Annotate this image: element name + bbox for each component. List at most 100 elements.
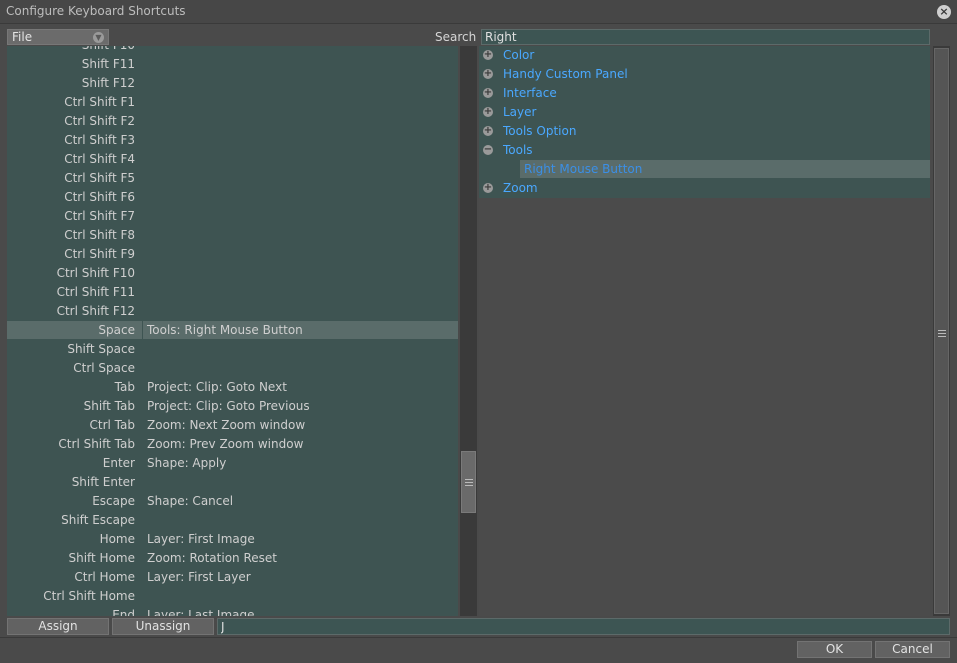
tree-node[interactable]: + Color xyxy=(479,46,930,65)
shortcut-row[interactable]: Ctrl Tab Zoom: Next Zoom window xyxy=(7,416,458,435)
shortcut-action: Shape: Cancel xyxy=(147,494,234,508)
shortcut-row[interactable]: Ctrl Shift Home xyxy=(7,587,458,606)
shortcut-action: Zoom: Prev Zoom window xyxy=(147,437,304,451)
shortcut-row[interactable]: Ctrl Space xyxy=(7,359,458,378)
tree-node-label[interactable]: Interface xyxy=(503,86,557,100)
command-tree-scrollbar[interactable] xyxy=(933,46,950,616)
shortcut-key: Shift Enter xyxy=(71,475,135,489)
tree-child-label[interactable]: Right Mouse Button xyxy=(524,162,642,176)
shortcut-key: Ctrl Shift F3 xyxy=(64,133,135,147)
shortcut-list[interactable]: Shift F10 Shift F11 Shift F12 Ctrl Shift F1… xyxy=(7,46,458,616)
shortcut-key: Ctrl Tab xyxy=(89,418,135,432)
shortcut-key: Shift Escape xyxy=(61,513,135,527)
shortcut-action: Layer: First Layer xyxy=(147,570,251,584)
shortcut-row[interactable]: Shift F10 xyxy=(7,46,458,55)
shortcut-row[interactable]: Shift Space xyxy=(7,340,458,359)
shortcut-action: Layer: Last Image xyxy=(147,608,255,616)
title-bar: Configure Keyboard Shortcuts × xyxy=(0,0,957,24)
shortcut-row[interactable]: Ctrl Shift F7 xyxy=(7,207,458,226)
shortcut-row[interactable]: Shift Home Zoom: Rotation Reset xyxy=(7,549,458,568)
shortcut-key: Escape xyxy=(92,494,135,508)
shortcut-row[interactable]: Ctrl Shift F1 xyxy=(7,93,458,112)
shortcut-row[interactable]: Shift F11 xyxy=(7,55,458,74)
tree-node[interactable]: + Handy Custom Panel xyxy=(479,65,930,84)
tree-node-label[interactable]: Zoom xyxy=(503,181,538,195)
shortcut-row[interactable]: Ctrl Shift F11 xyxy=(7,283,458,302)
shortcut-row[interactable]: Shift Tab Project: Clip: Goto Previous xyxy=(7,397,458,416)
ok-button[interactable]: OK xyxy=(797,641,872,658)
shortcut-action: Layer: First Image xyxy=(147,532,255,546)
tree-node[interactable]: + Tools Option xyxy=(479,122,930,141)
shortcut-key: Ctrl Shift F11 xyxy=(56,285,135,299)
shortcut-key: Shift Tab xyxy=(83,399,135,413)
shortcut-row[interactable]: Enter Shape: Apply xyxy=(7,454,458,473)
expand-icon[interactable]: + xyxy=(483,50,493,60)
shortcut-row[interactable]: Ctrl Shift F9 xyxy=(7,245,458,264)
shortcut-key: Shift Space xyxy=(67,342,135,356)
tree-child-node[interactable]: Right Mouse Button xyxy=(479,160,930,179)
shortcut-key: End xyxy=(112,608,135,616)
shortcut-row[interactable]: Shift Enter xyxy=(7,473,458,492)
shortcut-row[interactable]: End Layer: Last Image xyxy=(7,606,458,616)
shortcut-key: Enter xyxy=(102,456,135,470)
grip-line xyxy=(465,479,473,480)
collapse-icon[interactable]: − xyxy=(483,145,493,155)
command-tree[interactable]: + Color + Handy Custom Panel + Interface + Laye… xyxy=(479,46,930,616)
close-icon[interactable]: × xyxy=(937,5,951,19)
scrollbar-thumb[interactable] xyxy=(461,451,476,513)
shortcut-key: Ctrl Shift F7 xyxy=(64,209,135,223)
expand-icon[interactable]: + xyxy=(483,88,493,98)
tree-node-label[interactable]: Color xyxy=(503,48,534,62)
shortcut-key: Ctrl Shift F5 xyxy=(64,171,135,185)
scrollbar-thumb[interactable] xyxy=(934,48,949,614)
tree-node[interactable]: + Layer xyxy=(479,103,930,122)
cancel-button[interactable]: Cancel xyxy=(875,641,950,658)
shortcut-row[interactable]: Ctrl Shift F10 xyxy=(7,264,458,283)
shortcut-row[interactable]: Ctrl Shift F8 xyxy=(7,226,458,245)
shortcut-row[interactable]: Ctrl Shift F5 xyxy=(7,169,458,188)
tree-node-label[interactable]: Handy Custom Panel xyxy=(503,67,628,81)
shortcut-row[interactable]: Ctrl Shift F3 xyxy=(7,131,458,150)
unassign-button[interactable]: Unassign xyxy=(112,618,214,635)
shortcut-row[interactable]: Space Tools: Right Mouse Button xyxy=(7,321,458,340)
shortcut-row[interactable]: Home Layer: First Image xyxy=(7,530,458,549)
tree-node-label[interactable]: Layer xyxy=(503,105,536,119)
shortcut-action: Zoom: Rotation Reset xyxy=(147,551,277,565)
shortcut-key: Ctrl Shift Home xyxy=(43,589,135,603)
shortcut-row[interactable]: Shift F12 xyxy=(7,74,458,93)
search-input[interactable] xyxy=(481,29,930,45)
shortcut-key: Space xyxy=(98,323,135,337)
shortcut-key: Ctrl Shift F12 xyxy=(56,304,135,318)
shortcut-row[interactable]: Ctrl Shift F2 xyxy=(7,112,458,131)
tree-node[interactable]: − Tools xyxy=(479,141,930,160)
shortcut-field[interactable] xyxy=(217,618,950,635)
file-dropdown[interactable]: File ▼ xyxy=(7,29,109,45)
tree-node-label[interactable]: Tools xyxy=(503,143,533,157)
expand-icon[interactable]: + xyxy=(483,183,493,193)
expand-icon[interactable]: + xyxy=(483,126,493,136)
shortcut-row[interactable]: Ctrl Home Layer: First Layer xyxy=(7,568,458,587)
shortcut-action: Project: Clip: Goto Previous xyxy=(147,399,310,413)
shortcut-row[interactable]: Shift Escape xyxy=(7,511,458,530)
assign-button[interactable]: Assign xyxy=(7,618,109,635)
tree-node[interactable]: + Interface xyxy=(479,84,930,103)
grip-line xyxy=(938,333,946,334)
shortcut-row[interactable]: Escape Shape: Cancel xyxy=(7,492,458,511)
shortcut-action: Shape: Apply xyxy=(147,456,227,470)
shortcut-key: Tab xyxy=(114,380,135,394)
tree-node-label[interactable]: Tools Option xyxy=(503,124,576,138)
shortcut-row[interactable]: Ctrl Shift F4 xyxy=(7,150,458,169)
tree-node[interactable]: + Zoom xyxy=(479,179,930,198)
shortcut-key: Ctrl Shift F9 xyxy=(64,247,135,261)
shortcut-action: Tools: Right Mouse Button xyxy=(147,323,303,337)
shortcut-key: Ctrl Shift F10 xyxy=(56,266,135,280)
expand-icon[interactable]: + xyxy=(483,69,493,79)
shortcut-key: Ctrl Shift F8 xyxy=(64,228,135,242)
shortcut-row[interactable]: Ctrl Shift Tab Zoom: Prev Zoom window xyxy=(7,435,458,454)
shortcut-key: Home xyxy=(99,532,135,546)
shortcut-row[interactable]: Ctrl Shift F12 xyxy=(7,302,458,321)
expand-icon[interactable]: + xyxy=(483,107,493,117)
shortcut-row[interactable]: Tab Project: Clip: Goto Next xyxy=(7,378,458,397)
shortcut-list-scrollbar[interactable] xyxy=(460,46,477,616)
shortcut-row[interactable]: Ctrl Shift F6 xyxy=(7,188,458,207)
